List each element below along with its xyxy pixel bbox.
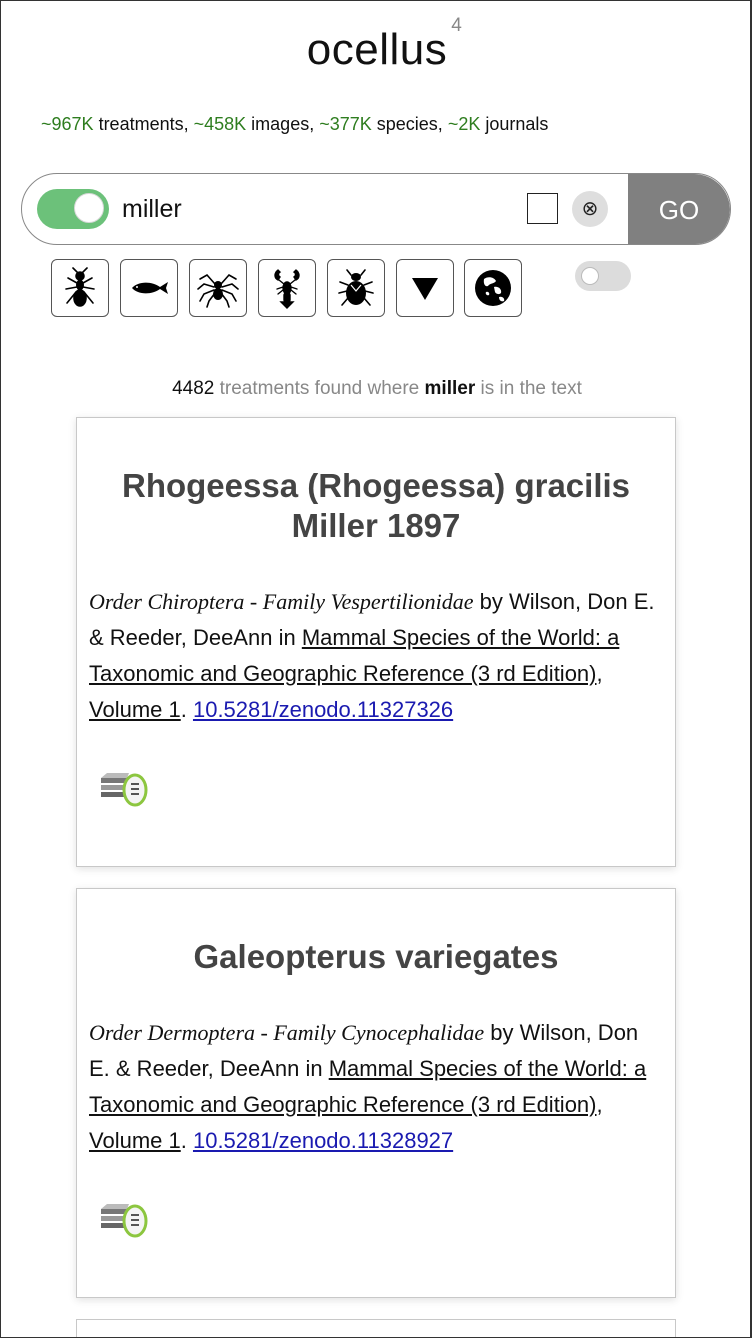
page-frame: ocellus 4 ~967K treatments, ~458K images,… xyxy=(0,0,752,1338)
filter-crustaceans-button[interactable] xyxy=(258,259,316,317)
citation-period: . xyxy=(180,697,193,722)
taxon-classification: Order Chiroptera - Family Vespertilionid… xyxy=(89,589,474,614)
stat-treatments-count: ~967K xyxy=(41,114,94,134)
treatment-card-partial[interactable] xyxy=(76,1319,676,1337)
treatment-citation: Order Dermoptera - Family Cynocephalidae… xyxy=(89,1015,663,1159)
results-query: miller xyxy=(424,378,476,399)
volume-link[interactable]: Volume 1 xyxy=(89,1128,181,1153)
map-view-button[interactable] xyxy=(464,259,522,317)
site-logo[interactable]: ocellus 4 xyxy=(1,15,750,75)
toggle-knob xyxy=(581,267,599,285)
treatment-bank-icon[interactable] xyxy=(99,1199,151,1239)
treatment-title-line: Galeopterus variegates xyxy=(193,938,559,975)
secondary-toggle[interactable] xyxy=(575,261,631,291)
filter-beetles-button[interactable] xyxy=(327,259,385,317)
results-count: 4482 xyxy=(172,378,215,399)
filter-fish-button[interactable] xyxy=(120,259,178,317)
go-button[interactable]: GO xyxy=(628,174,730,244)
dropdown-triangle-icon xyxy=(412,278,438,300)
spider-icon xyxy=(197,273,239,308)
clear-icon: ⊗ xyxy=(581,198,599,220)
more-filters-dropdown[interactable] xyxy=(396,259,454,317)
treatment-card[interactable]: Rhogeessa (Rhogeessa) gracilis Miller 18… xyxy=(76,417,676,867)
results-text-before: treatments found where xyxy=(214,378,425,399)
search-option-checkbox[interactable] xyxy=(527,193,558,224)
logo-text: ocellus xyxy=(306,25,448,74)
treatment-title[interactable]: Rhogeessa (Rhogeessa) gracilis Miller 18… xyxy=(89,466,663,546)
treatment-bank-icon[interactable] xyxy=(99,768,151,808)
stat-treatments-label: treatments, xyxy=(93,114,194,134)
clear-search-button[interactable]: ⊗ xyxy=(572,191,608,227)
treatment-title[interactable]: Galeopterus variegates xyxy=(89,937,663,977)
stat-journals-label: journals xyxy=(480,114,549,134)
filter-arachnids-button[interactable] xyxy=(189,259,247,317)
stat-images-label: images, xyxy=(246,114,320,134)
filter-insects-button[interactable] xyxy=(51,259,109,317)
volume-link[interactable]: Volume 1 xyxy=(89,697,181,722)
stat-journals-count: ~2K xyxy=(447,114,481,134)
ant-icon xyxy=(65,267,95,307)
citation-separator: , xyxy=(596,1092,603,1117)
treatment-title-line: Rhogeessa (Rhogeessa) gracilis xyxy=(121,467,631,504)
lobster-icon xyxy=(274,269,300,309)
citation-period: . xyxy=(180,1128,193,1153)
logo-version: 4 xyxy=(451,15,462,36)
doi-link[interactable]: 10.5281/zenodo.11327326 xyxy=(193,697,453,722)
citation-separator: , xyxy=(596,661,603,686)
stat-species-count: ~377K xyxy=(319,114,372,134)
stats-line: ~967K treatments, ~458K images, ~377K sp… xyxy=(41,114,548,135)
search-input[interactable] xyxy=(122,188,512,230)
globe-icon xyxy=(475,270,511,306)
toggle-knob xyxy=(74,193,104,223)
stat-species-label: species, xyxy=(371,114,448,134)
results-summary: 4482 treatments found where miller is in… xyxy=(1,378,750,400)
results-text-after: is in the text xyxy=(475,378,582,399)
fish-icon xyxy=(132,282,168,294)
search-mode-toggle[interactable] xyxy=(37,189,109,229)
treatment-title-line: Miller 1897 xyxy=(291,507,461,544)
search-bar: ⊗ GO xyxy=(21,173,731,245)
stat-images-count: ~458K xyxy=(193,114,247,134)
treatment-card[interactable]: Galeopterus variegates Order Dermoptera … xyxy=(76,888,676,1298)
doi-link[interactable]: 10.5281/zenodo.11328927 xyxy=(193,1128,453,1153)
taxon-classification: Order Dermoptera - Family Cynocephalidae xyxy=(89,1020,485,1045)
beetle-icon xyxy=(338,269,374,306)
treatment-citation: Order Chiroptera - Family Vespertilionid… xyxy=(89,584,663,728)
